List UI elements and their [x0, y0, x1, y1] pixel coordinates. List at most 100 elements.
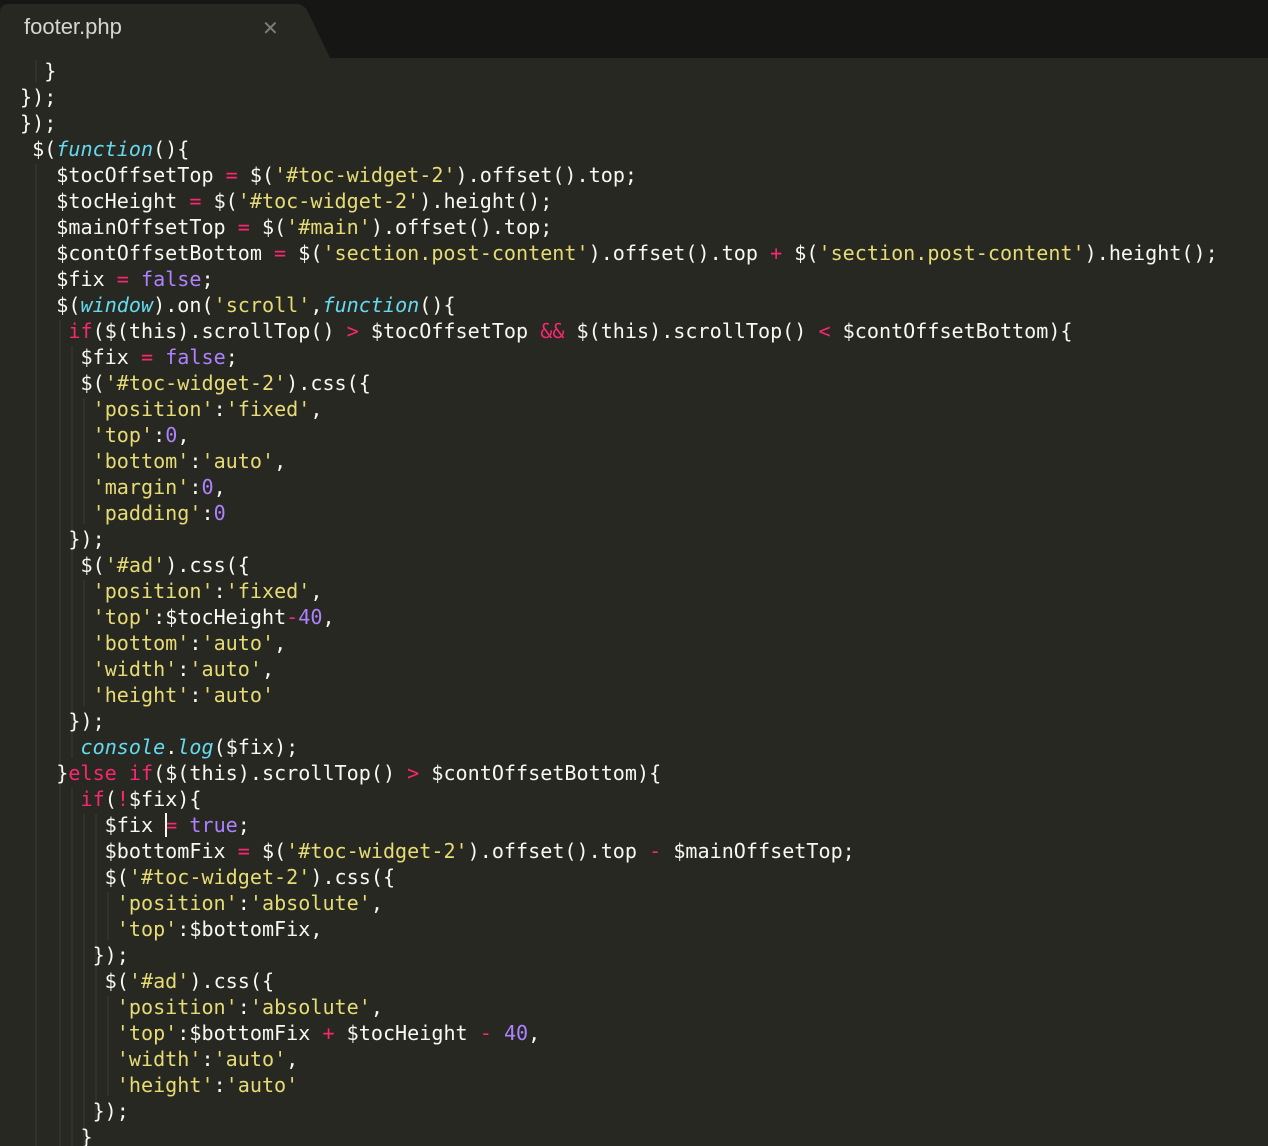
- code-token: (){: [419, 293, 456, 317]
- code-line[interactable]: 'position':'absolute',: [20, 890, 1218, 916]
- code-token: >: [407, 761, 420, 785]
- code-line[interactable]: $('#ad').css({: [20, 968, 1218, 994]
- code-line[interactable]: $fix = true;: [20, 812, 1218, 838]
- code-token: $contOffsetBottom: [20, 241, 275, 265]
- code-token: :: [201, 501, 214, 525]
- code-token: ;: [237, 813, 250, 837]
- code-token: 'auto': [189, 657, 262, 681]
- code-token: console: [80, 735, 166, 759]
- code-line[interactable]: 'padding':0: [20, 500, 1218, 526]
- code-line[interactable]: 'position':'absolute',: [20, 994, 1218, 1020]
- code-token: 'absolute': [249, 995, 371, 1019]
- code-line[interactable]: });: [20, 526, 1218, 552]
- code-token: 'top': [116, 1021, 178, 1045]
- code-token: =: [237, 215, 250, 239]
- tab-footer-php[interactable]: footer.php ✕: [0, 0, 330, 58]
- code-line[interactable]: $('#toc-widget-2').css({: [20, 370, 1218, 396]
- code-token: 'margin': [92, 475, 190, 499]
- code-token: 'position': [92, 397, 214, 421]
- code-line[interactable]: 'top':$bottomFix,: [20, 916, 1218, 942]
- code-token: function: [322, 293, 420, 317]
- code-line[interactable]: $mainOffsetTop = $('#main').offset().top…: [20, 214, 1218, 240]
- code-line[interactable]: 'width':'auto',: [20, 656, 1218, 682]
- code-line[interactable]: 'width':'auto',: [20, 1046, 1218, 1072]
- code-token: });: [20, 943, 129, 967]
- code-line[interactable]: 'top':$bottomFix + $tocHeight - 40,: [20, 1020, 1218, 1046]
- code-token: if: [128, 761, 154, 785]
- code-token: function: [56, 137, 154, 161]
- code-line[interactable]: }: [20, 1124, 1218, 1146]
- code-token: $(: [782, 241, 819, 265]
- code-token: });: [20, 527, 105, 551]
- code-token: ,: [310, 293, 323, 317]
- code-token: ).height();: [419, 189, 553, 213]
- code-token: if: [68, 319, 93, 343]
- code-line[interactable]: console.log($fix);: [20, 734, 1218, 760]
- code-line[interactable]: $('#ad').css({: [20, 552, 1218, 578]
- code-line[interactable]: 'bottom':'auto',: [20, 448, 1218, 474]
- close-icon[interactable]: ✕: [262, 16, 279, 40]
- code-line[interactable]: $fix = false;: [20, 344, 1218, 370]
- code-token: ).offset().top;: [370, 215, 553, 239]
- code-editor[interactable]: }});}); $(function(){ $tocOffsetTop = $(…: [0, 58, 1268, 1146]
- code-token: 'position': [116, 891, 238, 915]
- code-token: ,: [370, 891, 383, 915]
- code-token: ,: [528, 1021, 541, 1045]
- code-token: $(: [201, 189, 238, 213]
- code-token: 0: [213, 501, 226, 525]
- code-token: ,: [310, 397, 323, 421]
- code-line[interactable]: 'position':'fixed',: [20, 578, 1218, 604]
- code-line[interactable]: $(function(){: [20, 136, 1218, 162]
- code-token: ,: [322, 605, 335, 629]
- code-token: ,: [286, 1047, 299, 1071]
- code-line[interactable]: $tocHeight = $('#toc-widget-2').height()…: [20, 188, 1218, 214]
- code-token: log: [177, 735, 214, 759]
- code-token: $mainOffsetTop: [20, 215, 238, 239]
- code-line[interactable]: if($(this).scrollTop() > $tocOffsetTop &…: [20, 318, 1218, 344]
- code-token: =: [140, 345, 154, 369]
- code-line[interactable]: $bottomFix = $('#toc-widget-2').offset()…: [20, 838, 1218, 864]
- code-area[interactable]: }});}); $(function(){ $tocOffsetTop = $(…: [20, 58, 1218, 1146]
- code-token: false: [141, 267, 202, 291]
- code-line[interactable]: $tocOffsetTop = $('#toc-widget-2').offse…: [20, 162, 1218, 188]
- code-line[interactable]: 'bottom':'auto',: [20, 630, 1218, 656]
- code-line[interactable]: 'height':'auto': [20, 1072, 1218, 1098]
- code-line[interactable]: 'top':0,: [20, 422, 1218, 448]
- code-line[interactable]: 'height':'auto': [20, 682, 1218, 708]
- code-line[interactable]: $('#toc-widget-2').css({: [20, 864, 1218, 890]
- code-line[interactable]: $fix = false;: [20, 266, 1218, 292]
- code-line[interactable]: $contOffsetBottom = $('section.post-cont…: [20, 240, 1217, 266]
- code-token: -: [479, 1021, 492, 1045]
- code-line[interactable]: }else if($(this).scrollTop() > $contOffs…: [20, 760, 1218, 786]
- code-token: 'height': [116, 1073, 214, 1097]
- code-token: ).on(: [153, 293, 214, 317]
- code-line[interactable]: });: [20, 942, 1218, 968]
- code-token: });: [20, 709, 105, 733]
- code-line[interactable]: });: [20, 708, 1218, 734]
- code-token: $tocOffsetTop: [20, 163, 226, 187]
- code-token: 'top': [92, 423, 154, 447]
- code-line[interactable]: });: [20, 84, 1218, 110]
- code-token: ).offset().top;: [455, 163, 638, 187]
- code-line[interactable]: }: [20, 58, 1218, 84]
- code-line[interactable]: if(!$fix){: [20, 786, 1218, 812]
- code-line[interactable]: $(window).on('scroll',function(){: [20, 292, 1218, 318]
- code-token: ).css({: [189, 969, 275, 993]
- code-line[interactable]: });: [20, 110, 1218, 136]
- code-line[interactable]: 'position':'fixed',: [20, 396, 1218, 422]
- code-line[interactable]: 'margin':0,: [20, 474, 1218, 500]
- code-token: $bottomFix: [20, 839, 238, 863]
- code-token: $tocHeight: [334, 1021, 480, 1045]
- code-token: $fix: [20, 345, 141, 369]
- code-token: $contOffsetBottom){: [830, 319, 1073, 343]
- code-token: if: [80, 787, 105, 811]
- code-token: window: [80, 293, 154, 317]
- code-line[interactable]: 'top':$tocHeight-40,: [20, 604, 1218, 630]
- code-line[interactable]: });: [20, 1098, 1218, 1124]
